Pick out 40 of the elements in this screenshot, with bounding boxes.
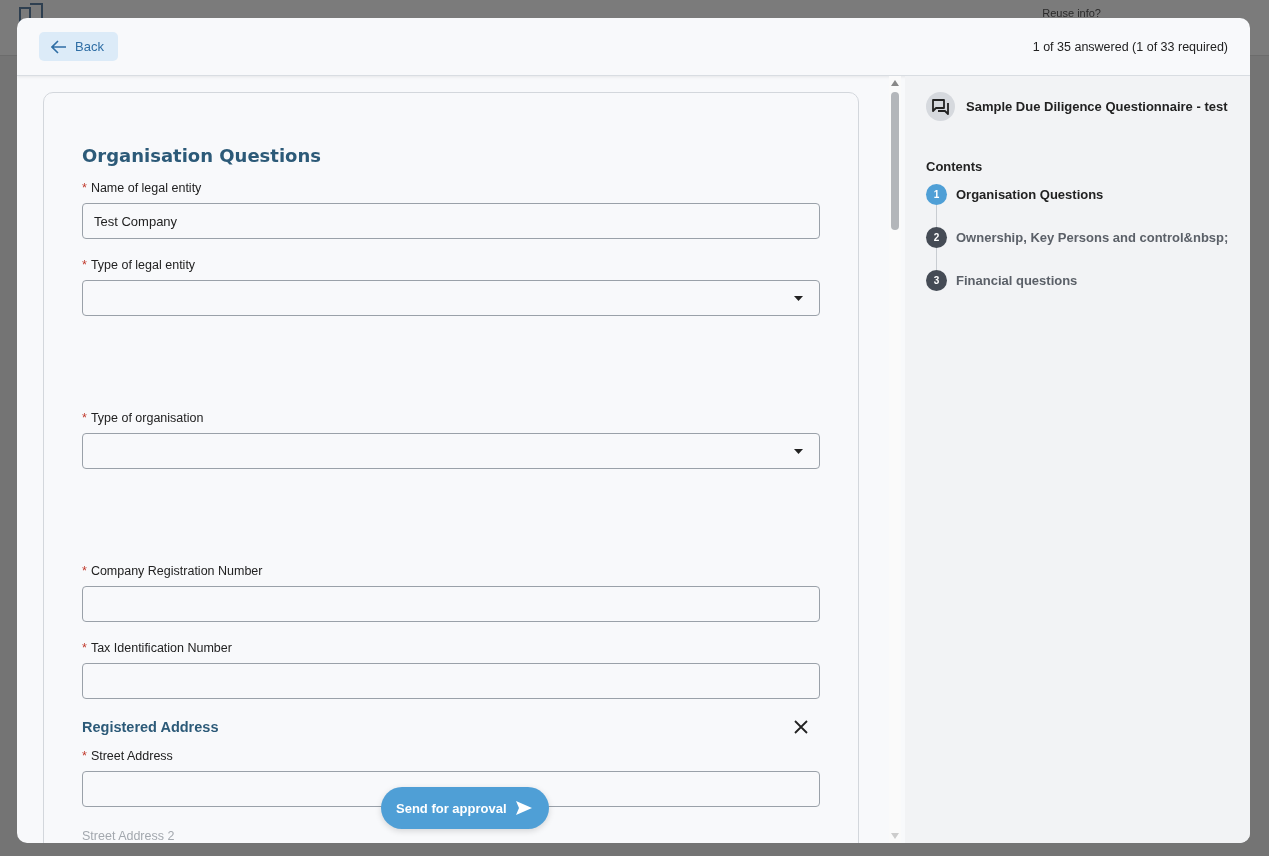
back-arrow-icon [51,39,67,54]
field-label: Street Address [90,749,173,763]
contents-item[interactable]: 1 Organisation Questions [926,184,1230,205]
required-marker: * [82,258,87,272]
text-field[interactable] [82,663,820,699]
chat-icon [926,92,955,121]
section-title: Organisation Questions [82,145,322,166]
reuse-info-link[interactable]: Reuse info? [1042,6,1101,19]
send-icon [514,800,533,816]
text-field[interactable] [82,586,820,622]
scroll-up-icon[interactable] [891,80,899,86]
contents-heading: Contents [926,159,984,174]
field-label: Type of organisation [90,411,204,425]
step-number: 2 [926,227,947,248]
caret-icon [794,295,803,301]
dropdown-field[interactable] [82,433,820,469]
progress-text: 1 of 35 answered (1 of 33 required) [1032,39,1228,54]
required-marker: * [82,641,87,655]
required-marker: * [82,411,87,425]
back-button[interactable]: Back [39,32,118,61]
questionnaire-title: Sample Due Diligence Questionnaire - test [966,99,1228,114]
contents-item[interactable]: 2 Ownership, Key Persons and control&nbsp; [926,227,1230,248]
scroll-down-icon[interactable] [891,833,899,839]
field-label: Street Address 2 [82,829,175,843]
field-label: Tax Identification Number [90,641,232,655]
text-field[interactable]: Test Company [82,203,820,239]
contents-item[interactable]: 3 Financial questions [926,270,1230,291]
caret-icon [794,448,803,454]
section-title: Registered Address [82,719,219,735]
required-marker: * [82,749,87,763]
scrollbar-thumb[interactable] [891,92,899,230]
close-icon[interactable] [794,720,808,734]
required-marker: * [82,564,87,578]
field-label: Type of legal entity [90,258,196,272]
dropdown-field[interactable] [82,280,820,316]
step-number: 1 [926,184,947,205]
field-label: Name of legal entity [90,181,202,195]
field-label: Company Registration Number [90,564,263,578]
step-number: 3 [926,270,947,291]
required-marker: * [82,181,87,195]
